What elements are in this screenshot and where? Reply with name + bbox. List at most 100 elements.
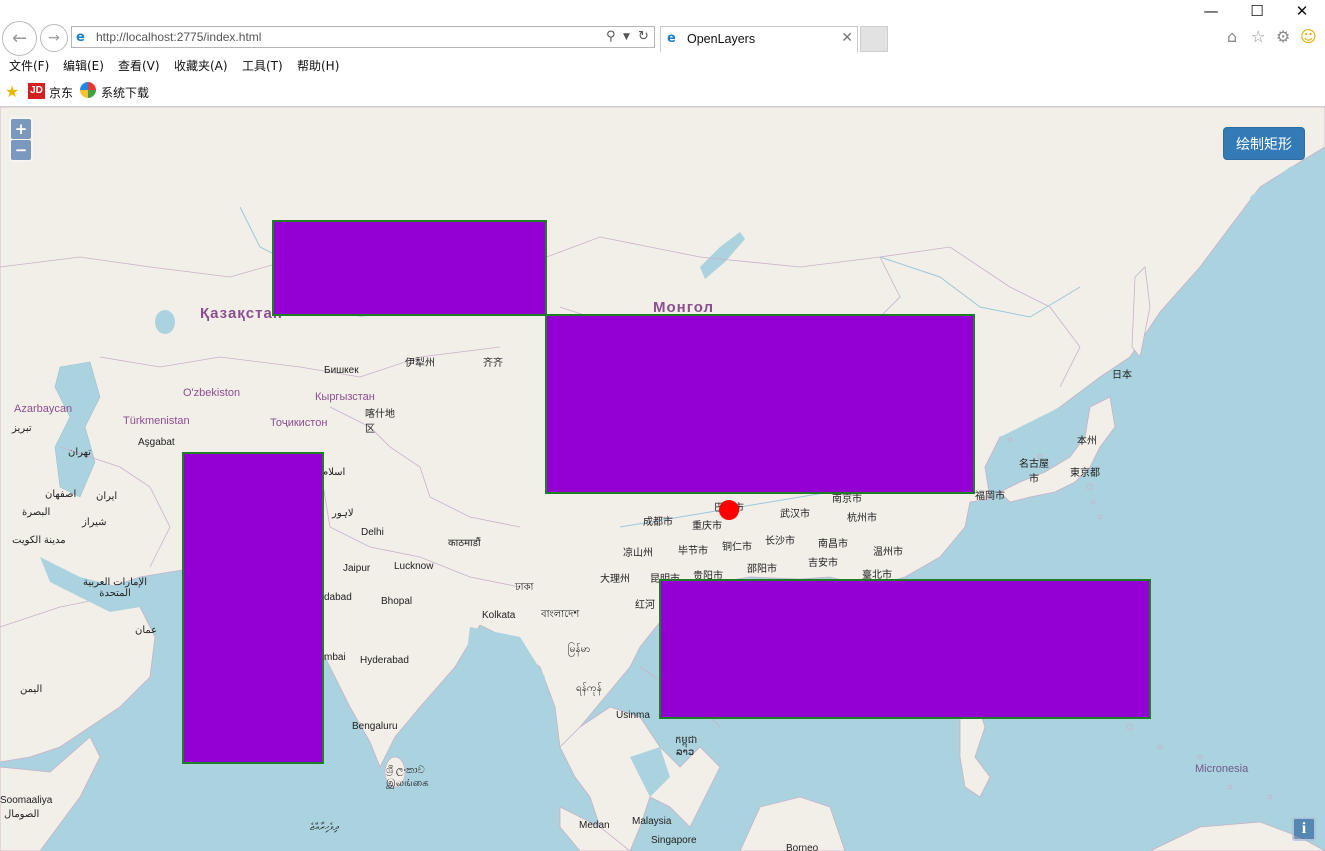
menu-favorites[interactable]: 收藏夹(A) [174,57,228,74]
label-uzbek-cyr: Usinma [616,710,650,721]
label-qitai: 齐齐 [483,358,503,369]
drawn-rectangle-1[interactable] [272,220,547,316]
favorites-star-icon[interactable]: ☆ [1251,27,1265,46]
island [1126,723,1134,731]
label-kuwait: مدينة الكويت [12,535,66,546]
label-somalia: Soomaaliya [0,795,53,806]
home-icon[interactable]: ⌂ [1227,27,1237,46]
smiley-icon[interactable]: ☺ [1300,27,1317,46]
label-tabriz: تبریز [12,423,32,434]
address-bar[interactable]: e http://localhost:2775/index.html ⚲ ▼ ↻ [71,26,655,48]
label-kathmandu: काठमाडौं [448,538,481,549]
label-uae: الإمارات العربية المتحدة [82,577,147,599]
label-basra: البصرة [22,507,51,518]
label-borneo: Borneo [786,843,819,851]
minimize-icon[interactable]: — [1196,2,1226,20]
label-honshu: 本州 [1077,436,1097,447]
label-islamabad: اسلام [322,467,346,478]
land-arabia [0,596,156,763]
add-favorite-icon[interactable]: ★ [5,82,19,101]
label-laos: ລາວ [676,747,695,758]
menu-help[interactable]: 帮助(H) [297,57,339,74]
new-tab-button[interactable] [860,26,888,52]
drawn-rectangle-4[interactable] [659,579,1151,719]
island [1157,744,1163,750]
island [1086,483,1094,491]
label-kolkata: Kolkata [482,610,516,621]
label-kyrgyzstan: Кыргызстан [315,391,375,403]
refresh-icon[interactable]: ↻ [638,29,649,44]
label-wuhan: 武汉市 [780,509,810,520]
draw-rectangle-button[interactable]: 绘制矩形 [1223,127,1305,160]
label-maldives: ދިވެހިރާއްޖެ [310,822,339,833]
label-tehran: تهران [68,447,92,458]
label-shaoyang: 邵阳市 [747,564,777,575]
zoom-in-button[interactable]: + [11,119,31,139]
label-bijie: 毕节市 [678,546,708,557]
map-viewport[interactable]: Қазақстан Монгол O'zbekiston Türkmenista… [0,107,1325,851]
label-changsha: 长沙市 [765,536,795,547]
ie-logo-icon: e [76,30,85,45]
island [1090,499,1096,505]
drawn-rectangle-2[interactable] [545,314,975,494]
favorites-bar: ★ JD 京东 系统下载 [0,80,1325,107]
menu-edit[interactable]: 编辑(E) [63,57,104,74]
xitong-logo-icon [80,82,96,98]
island [1227,784,1233,790]
label-malaysia: Malaysia [632,816,672,827]
gear-icon[interactable]: ⚙ [1276,27,1290,46]
browser-chrome: ← → e http://localhost:2775/index.html ⚲… [0,0,1325,107]
tab-title: OpenLayers [687,32,756,46]
label-dhaka: ঢাকা [515,582,534,593]
label-bangladesh: বাংলাদেশ [541,609,580,620]
label-hangzhou: 杭州市 [847,513,877,524]
drawn-rectangle-3[interactable] [182,452,324,764]
dropdown-icon[interactable]: ▼ [623,32,630,42]
label-srilanka-ta: இலங்கை [386,778,429,789]
label-wenzhou: 温州市 [873,547,903,558]
ie-logo-icon: e [667,31,676,46]
label-kashgar: 喀什地区 [365,409,395,435]
forward-icon[interactable]: → [40,24,68,52]
point-marker[interactable] [719,500,739,520]
tab-openlayers[interactable]: e OpenLayers ✕ [660,26,858,52]
label-liangshan: 凉山州 [623,548,653,559]
label-myanmar: မြန်မာ [568,644,591,655]
label-srilanka: ශ්‍රී ලංකාව [386,765,425,776]
label-oman: عمان [135,625,158,636]
back-icon[interactable]: ← [2,21,37,56]
attribution-info-button[interactable]: i [1292,817,1316,841]
label-tajikistan: Тоҷикистон [270,417,328,429]
menu-view[interactable]: 查看(V) [118,57,160,74]
label-nagoya: 名古屋市 [1019,459,1049,485]
label-chengdu: 成都市 [643,517,673,528]
label-honghe: 红河 [635,600,655,611]
label-fukuoka: 福岡市 [975,491,1005,502]
close-window-icon[interactable]: ✕ [1287,2,1317,20]
label-bengaluru: Bengaluru [352,721,398,732]
zoom-out-button[interactable]: − [11,140,31,160]
label-isfahan: اصفهان [45,489,77,500]
label-micronesia: Micronesia [1195,763,1249,775]
label-japan: 日本 [1112,370,1132,381]
label-jian: 吉安市 [808,558,838,569]
menu-tools[interactable]: 工具(T) [242,57,283,74]
label-kazakhstan: Қазақстан [200,305,283,322]
menu-file[interactable]: 文件(F) [9,57,49,74]
maximize-icon[interactable]: ☐ [1242,2,1272,20]
menu-bar: 文件(F) 编辑(E) 查看(V) 收藏夹(A) 工具(T) 帮助(H) [0,54,1325,78]
close-tab-icon[interactable]: ✕ [841,30,853,46]
search-icon[interactable]: ⚲ [606,29,616,44]
island [1097,514,1103,520]
label-bhopal: Bhopal [381,596,413,607]
label-singapore: Singapore [651,835,697,846]
island [1267,794,1273,800]
label-lucknow: Lucknow [394,561,434,572]
water-aral [155,310,175,334]
label-medan: Medan [579,820,610,831]
label-tongren: 铜仁市 [722,542,752,553]
url-text: http://localhost:2775/index.html [96,30,262,44]
label-bishkek: Бишкек [324,365,359,376]
favorite-jd[interactable]: 京东 [49,84,73,101]
favorite-xitong[interactable]: 系统下载 [101,84,149,101]
